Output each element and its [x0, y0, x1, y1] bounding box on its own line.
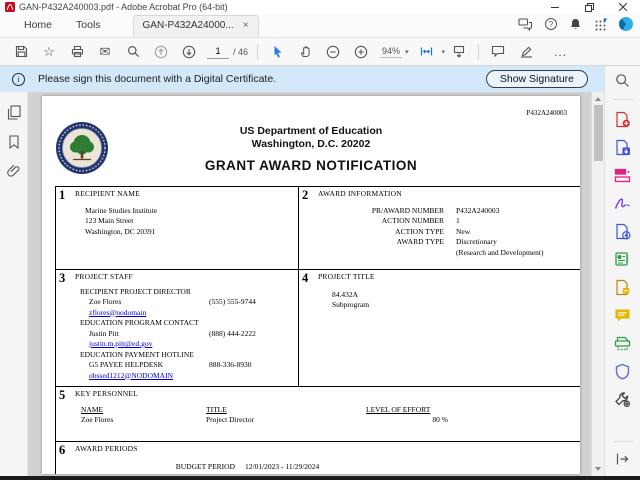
box4-heading: PROJECT TITLE [318, 272, 375, 281]
edit-pdf-icon[interactable] [614, 166, 632, 184]
box-award-information: 2 AWARD INFORMATION PR/AWARD NUMBER P432A… [299, 187, 580, 269]
info-icon: i [12, 72, 25, 86]
page-count-label: / 46 [233, 46, 249, 57]
box3-heading: PROJECT STAFF [75, 272, 133, 281]
left-navigation-rail [0, 92, 28, 476]
box-recipient-name: 1 RECIPIENT NAME Marine Studies Institut… [56, 187, 299, 269]
page-display-icon[interactable] [445, 41, 473, 63]
box-key-personnel: 5 KEY PERSONNEL NAME TITLE LEVEL OF EFFO… [56, 387, 580, 441]
page-thumbnails-icon[interactable] [7, 105, 21, 120]
doc-header-line1: US Department of Education [239, 125, 383, 137]
tab-close-icon[interactable]: × [243, 20, 249, 31]
email-link[interactable]: obssed1212@NODOMAIN [89, 371, 294, 382]
organize-pages-icon[interactable] [614, 222, 632, 240]
tab-tools[interactable]: Tools [64, 15, 113, 37]
box5-heading: KEY PERSONNEL [75, 389, 138, 398]
document-number: P432A240003 [526, 109, 567, 117]
notification-message: Please sign this document with a Digital… [38, 73, 277, 85]
select-tool-icon[interactable] [263, 41, 291, 63]
acrobat-logo-icon [5, 2, 15, 12]
request-signatures-icon[interactable] [614, 278, 632, 296]
hand-tool-icon[interactable] [291, 41, 319, 63]
notifications-bell-icon[interactable] [569, 18, 582, 31]
tab-document-label: GAN-P432A24000... [142, 20, 234, 31]
collapse-panel-icon[interactable] [614, 450, 632, 468]
comment-tool-icon[interactable] [614, 306, 632, 324]
right-tools-rail [604, 66, 640, 476]
title-bar: GAN-P432A240003.pdf - Adobe Acrobat Pro … [0, 0, 640, 14]
box6-heading: AWARD PERIODS [75, 444, 138, 453]
zoom-level-dropdown[interactable]: 94% ▾ [380, 45, 409, 58]
zoom-out-icon[interactable] [319, 41, 347, 63]
comment-icon[interactable] [484, 41, 512, 63]
gan-table: 1 RECIPIENT NAME Marine Studies Institut… [55, 186, 580, 474]
email-link[interactable]: justin.m.pitt@ed.gov [89, 339, 294, 350]
tab-home[interactable]: Home [12, 15, 64, 37]
email-icon[interactable]: ✉ [91, 41, 119, 63]
box-project-title: 4 PROJECT TITLE 84.432A Subprogram [299, 270, 580, 386]
pdf-page: P432A240003 US Department of Education W… [42, 96, 580, 474]
tab-document[interactable]: GAN-P432A24000... × [132, 15, 259, 37]
scroll-down-icon[interactable] [595, 467, 601, 471]
bookmarks-icon[interactable] [8, 135, 20, 149]
doc-title: GRANT AWARD NOTIFICATION [204, 158, 418, 173]
close-button[interactable] [606, 0, 640, 14]
scroll-up-icon[interactable] [595, 97, 601, 101]
apps-grid-icon[interactable] [594, 17, 607, 31]
scan-ocr-icon[interactable] [614, 334, 632, 352]
email-link[interactable]: zflores@nodomain [89, 308, 294, 319]
signature-notification-bar: i Please sign this document with a Digit… [0, 66, 604, 92]
fill-sign-icon[interactable] [614, 194, 632, 212]
protect-icon[interactable] [614, 362, 632, 380]
restore-button[interactable] [572, 0, 606, 14]
fit-width-icon[interactable] [414, 41, 442, 63]
star-icon[interactable]: ☆ [35, 41, 63, 63]
minimize-button[interactable] [538, 0, 572, 14]
next-page-icon[interactable] [175, 41, 203, 63]
chevron-down-icon: ▾ [405, 48, 409, 56]
zoom-in-icon[interactable] [347, 41, 375, 63]
box1-heading: RECIPIENT NAME [75, 189, 140, 198]
previous-page-icon[interactable] [147, 41, 175, 63]
box2-heading: AWARD INFORMATION [318, 189, 402, 198]
help-icon[interactable]: ? [545, 18, 557, 30]
tab-bar: Home Tools GAN-P432A24000... × ? [0, 14, 640, 38]
doc-header-line2: Washington, D.C. 20202 [251, 138, 371, 150]
create-pdf-icon[interactable] [614, 110, 632, 128]
send-for-review-icon[interactable] [614, 250, 632, 268]
save-icon[interactable] [7, 41, 35, 63]
highlighter-icon[interactable] [512, 41, 540, 63]
box-project-staff: 3 PROJECT STAFF RECIPIENT PROJECT DIRECT… [56, 270, 299, 386]
taskbar-edge [0, 476, 640, 480]
user-avatar[interactable] [619, 17, 633, 31]
more-tools-ellipsis-icon[interactable]: ... [554, 45, 567, 59]
zoom-level-value: 94% [380, 46, 403, 58]
scrollbar-thumb[interactable] [594, 105, 603, 161]
window-title: GAN-P432A240003.pdf - Adobe Acrobat Pro … [19, 2, 228, 12]
box-award-periods: 6 AWARD PERIODS BUDGET PERIOD 12/01/2023 … [56, 442, 580, 474]
main-toolbar: ☆ ✉ / 46 94% ▾ ▾ ... [0, 38, 640, 66]
export-pdf-icon[interactable] [614, 138, 632, 156]
print-icon[interactable] [63, 41, 91, 63]
document-viewport[interactable]: P432A240003 US Department of Education W… [28, 92, 591, 476]
feedback-icon[interactable] [518, 17, 533, 31]
search-tools-icon[interactable] [614, 71, 632, 89]
page-number-input[interactable] [207, 44, 229, 59]
vertical-scrollbar[interactable] [591, 92, 604, 476]
attachments-icon[interactable] [7, 164, 20, 178]
show-signature-button[interactable]: Show Signature [485, 70, 588, 88]
search-icon[interactable] [119, 41, 147, 63]
more-tools-icon[interactable] [614, 390, 632, 408]
